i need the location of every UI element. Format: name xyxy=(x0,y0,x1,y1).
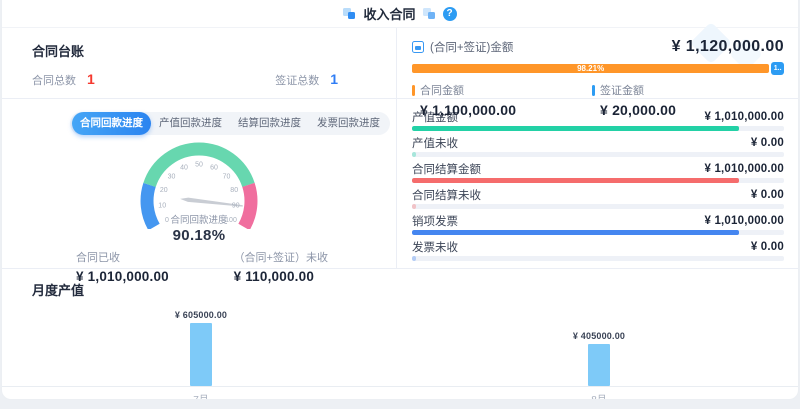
gauge-chart: 合同回款进度 0102030405060708090100 xyxy=(104,137,294,229)
row-progress-bar xyxy=(412,152,784,157)
visa-total-value: 1 xyxy=(330,71,338,87)
month-label: 7月 xyxy=(2,391,400,400)
row-value: ¥ 0.00 xyxy=(751,241,784,253)
tab-contract-progress[interactable]: 合同回款进度 xyxy=(72,112,151,135)
legend-label: 签证金额 xyxy=(600,82,644,98)
bar xyxy=(190,323,212,386)
visa-total: 签证总数 1 xyxy=(275,71,338,88)
gauge-tick-label: 0 xyxy=(165,217,169,224)
received-label: 合同已收 xyxy=(76,249,169,265)
legend-marker xyxy=(592,85,595,96)
legend-value: ¥ 20,000.00 xyxy=(600,102,772,118)
row-settlement-amount: 合同结算金额 ¥ 1,010,000.00 xyxy=(412,162,784,183)
gauge-tick-label: 10 xyxy=(158,202,166,209)
bar-slot-aug: ¥ 405000.00 xyxy=(400,331,798,386)
unreceived-stat: （合同+签证）未收 ¥ 110,000.00 xyxy=(234,249,328,284)
summary-stacked-bar: 98.21% 1.. xyxy=(412,62,784,75)
gauge-tick-label: 20 xyxy=(160,187,168,194)
month-axis-labels: 7月 8月 xyxy=(2,391,798,400)
gauge-tick-label: 80 xyxy=(230,187,238,194)
summary-head: (合同+签证)金额 ¥ 1,120,000.00 xyxy=(412,38,784,56)
row-output-unreceived: 产值未收 ¥ 0.00 xyxy=(412,136,784,157)
row-label: 销项发票 xyxy=(412,213,458,229)
gauge-tick-label: 100 xyxy=(225,217,237,224)
page-header: 收入合同 ? xyxy=(2,0,798,28)
row-label: 产值未收 xyxy=(412,135,458,151)
contract-total-label: 合同总数 xyxy=(32,72,76,88)
dashboard-card: 收入合同 ? 合同台账 合同总数 1 签证总数 1 xyxy=(1,0,799,400)
row-label: 合同结算金额 xyxy=(412,161,481,177)
row-settlement-unreceived: 合同结算未收 ¥ 0.00 xyxy=(412,188,784,209)
tab-output-progress[interactable]: 产值回款进度 xyxy=(151,112,230,135)
main-panels: 合同台账 合同总数 1 签证总数 1 合同回款进度 产值回款进度 结算回 xyxy=(2,28,798,268)
gauge-stats: 合同已收 ¥ 1,010,000.00 （合同+签证）未收 ¥ 110,000.… xyxy=(76,249,328,284)
row-progress-bar xyxy=(412,126,784,131)
summary-legend: 合同金额 ¥ 1,100,000.00 签证金额 ¥ 20,000.00 xyxy=(412,82,784,118)
received-stat: 合同已收 ¥ 1,010,000.00 xyxy=(76,249,169,284)
row-value: ¥ 0.00 xyxy=(751,189,784,201)
row-progress-bar xyxy=(412,256,784,261)
row-output-invoice: 销项发票 ¥ 1,010,000.00 xyxy=(412,214,784,235)
tab-settlement-progress[interactable]: 结算回款进度 xyxy=(230,112,309,135)
ledger-header: 合同台账 合同总数 1 签证总数 1 xyxy=(2,28,396,99)
gauge-tick-label: 90 xyxy=(232,202,240,209)
bar-value-label: ¥ 605000.00 xyxy=(175,310,227,320)
amount-rows: 产值金额¥ 1,010,000.00 产值未收¥ 0.00 合同结算金额¥ 1,… xyxy=(397,99,798,266)
doc-stack-icon xyxy=(343,7,356,20)
contract-ledger-panel: 合同台账 合同总数 1 签证总数 1 合同回款进度 产值回款进度 结算回 xyxy=(2,28,397,268)
ledger-title: 合同台账 xyxy=(32,41,338,60)
bar-slot-jul: ¥ 605000.00 xyxy=(2,310,400,386)
row-progress-bar xyxy=(412,230,784,235)
contract-total-value: 1 xyxy=(87,71,95,87)
progress-gauge-section: 合同回款进度 产值回款进度 结算回款进度 发票回款进度 合同回款进度 0 10 20… xyxy=(2,99,396,284)
visa-total-label: 签证总数 xyxy=(275,72,319,88)
received-value: ¥ 1,010,000.00 xyxy=(76,269,169,284)
amount-summary: (合同+签证)金额 ¥ 1,120,000.00 98.21% 1.. 合同金额… xyxy=(397,28,798,99)
gauge-tick-label: 30 xyxy=(168,174,176,181)
gauge-tick-label: 70 xyxy=(223,174,231,181)
gauge-tick-label: 60 xyxy=(210,165,218,172)
legend-marker xyxy=(412,85,415,96)
bar-value-label: ¥ 405000.00 xyxy=(573,331,625,341)
amount-icon xyxy=(412,41,424,53)
row-label: 合同结算未收 xyxy=(412,187,481,203)
row-value: ¥ 0.00 xyxy=(751,137,784,149)
gauge-value: 90.18% xyxy=(2,227,396,244)
month-label: 8月 xyxy=(400,391,798,400)
help-icon[interactable]: ? xyxy=(443,7,457,21)
summary-bar-main: 98.21% xyxy=(412,64,769,73)
summary-bar-rest: 1.. xyxy=(771,62,784,75)
legend-visa-amount: 签证金额 ¥ 20,000.00 xyxy=(592,82,772,118)
contract-total: 合同总数 1 xyxy=(32,71,95,88)
gauge-chart-wrap: 合同回款进度 0102030405060708090100 xyxy=(104,137,294,234)
row-label: 发票未收 xyxy=(412,239,458,255)
row-value: ¥ 1,010,000.00 xyxy=(704,163,784,175)
row-progress-bar xyxy=(412,204,784,209)
ledger-totals: 合同总数 1 签证总数 1 xyxy=(32,71,338,88)
monthly-bar-chart: ¥ 605000.00 ¥ 405000.00 xyxy=(2,302,798,387)
legend-value: ¥ 1,100,000.00 xyxy=(420,102,592,118)
row-invoice-unreceived: 发票未收 ¥ 0.00 xyxy=(412,240,784,261)
gauge-title: 合同回款进度 xyxy=(170,214,228,226)
unreceived-label: （合同+签证）未收 xyxy=(234,249,328,265)
row-progress-bar xyxy=(412,178,784,183)
gauge-tick-label: 40 xyxy=(180,165,188,172)
bar xyxy=(588,344,610,386)
legend-contract-amount: 合同金额 ¥ 1,100,000.00 xyxy=(412,82,592,118)
progress-tabs: 合同回款进度 产值回款进度 结算回款进度 发票回款进度 xyxy=(70,112,390,135)
doc-stack-icon xyxy=(423,7,436,20)
legend-label: 合同金额 xyxy=(420,82,464,98)
tab-invoice-progress[interactable]: 发票回款进度 xyxy=(309,112,388,135)
unreceived-value: ¥ 110,000.00 xyxy=(234,269,328,284)
page-title: 收入合同 xyxy=(363,4,415,23)
row-value: ¥ 1,010,000.00 xyxy=(704,215,784,227)
summary-total: ¥ 1,120,000.00 xyxy=(672,38,784,56)
summary-label: (合同+签证)金额 xyxy=(430,39,513,55)
gauge-tick-label: 50 xyxy=(195,161,203,168)
amounts-panel: (合同+签证)金额 ¥ 1,120,000.00 98.21% 1.. 合同金额… xyxy=(397,28,798,268)
monthly-output-section: 月度产值 ¥ 605000.00 ¥ 405000.00 7月 8月 xyxy=(2,268,798,399)
